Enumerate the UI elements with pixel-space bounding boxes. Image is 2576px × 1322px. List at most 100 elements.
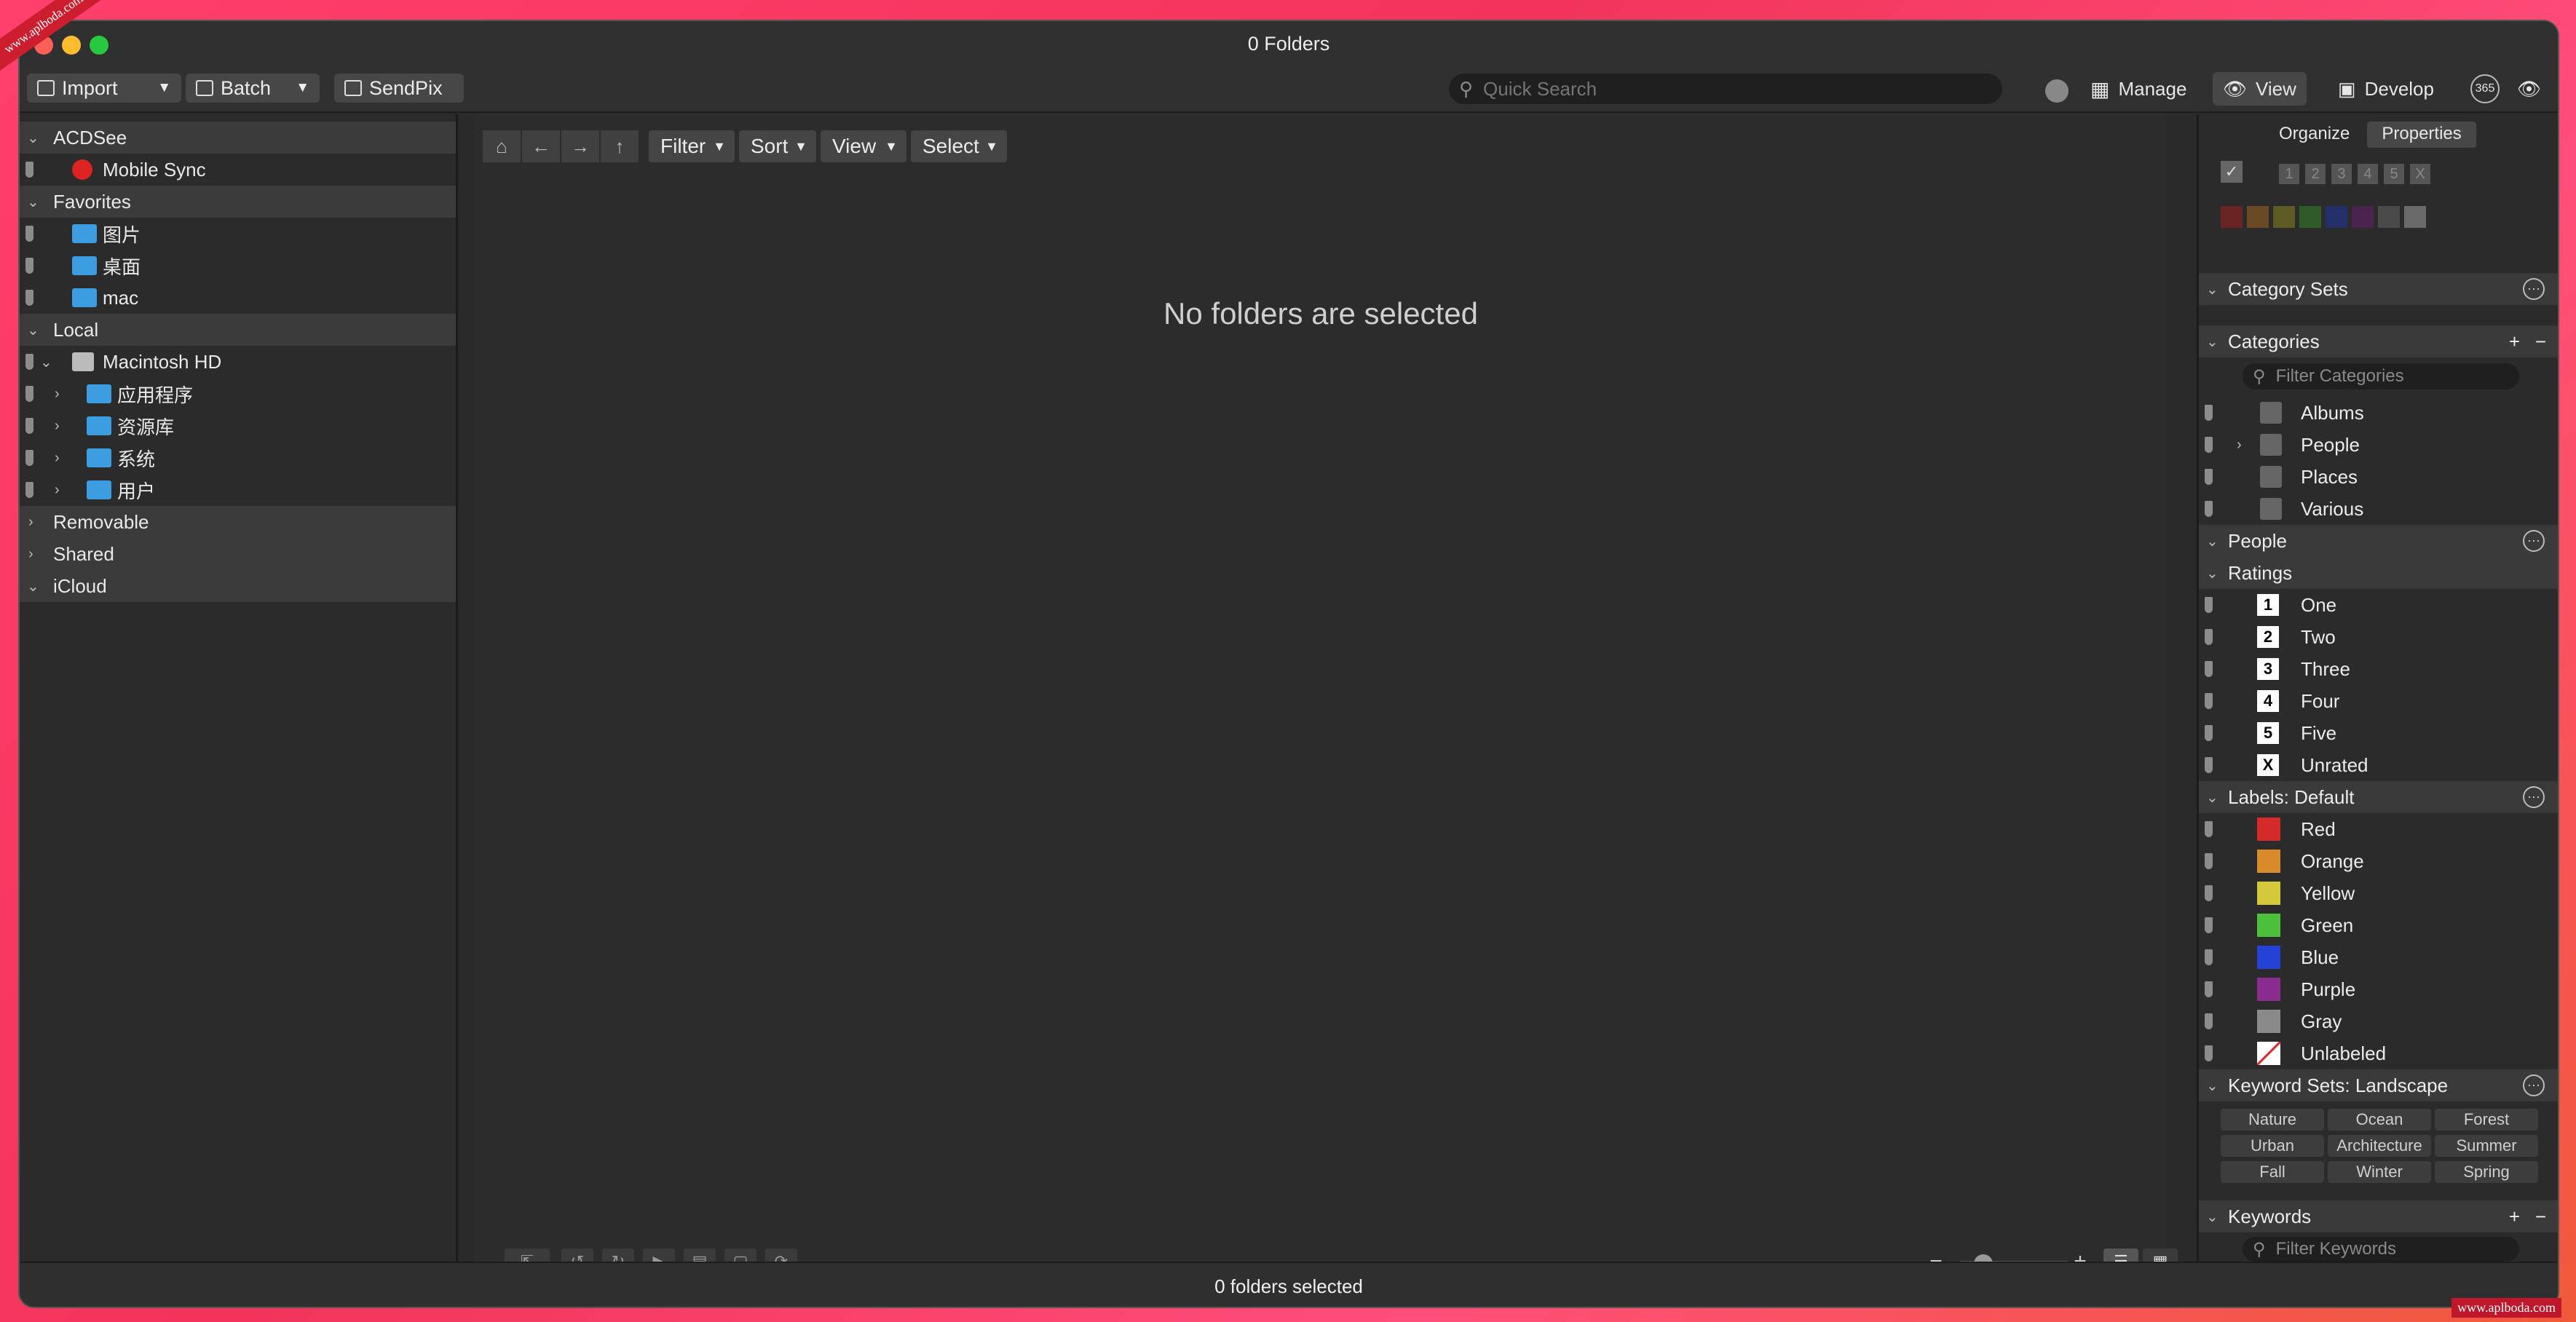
label-item[interactable]: Purple [2199,973,2558,1005]
label-item[interactable]: Green [2199,909,2558,941]
back-arrow-icon[interactable]: ← [522,130,560,162]
checkbox[interactable] [2260,466,2282,488]
chevron-right-icon[interactable]: › [55,450,60,467]
label-filter-chip[interactable] [2352,206,2374,228]
tree-item-macintosh-hd[interactable]: ⌄ Macintosh HD [20,346,456,378]
label-filter-chip[interactable] [2378,206,2400,228]
section-category-sets[interactable]: ⌄ Category Sets ⋯ [2199,273,2558,305]
tree-item-favorite[interactable]: 桌面 [20,250,456,282]
section-people[interactable]: ⌄ People ⋯ [2199,525,2558,557]
category-item[interactable]: › People [2199,429,2558,461]
section-shared[interactable]: › Shared [20,538,456,570]
label-filter-chip[interactable] [2247,206,2269,228]
section-removable[interactable]: › Removable [20,506,456,538]
tree-item-mobile-sync[interactable]: Mobile Sync [20,154,456,186]
remove-icon[interactable]: − [2535,1206,2546,1228]
tree-item-folder[interactable]: › 资源库 [20,410,456,442]
keyword-chip[interactable]: Fall [2221,1161,2324,1183]
manage-mode-button[interactable]: ▦ Manage [2080,72,2197,106]
checkbox[interactable] [2260,434,2282,456]
section-categories[interactable]: ⌄ Categories + − [2199,325,2558,357]
chevron-right-icon[interactable]: › [55,386,60,403]
tree-item-folder[interactable]: › 系统 [20,442,456,474]
rating-filter-chip[interactable]: 5 [2384,164,2404,184]
checkmark-icon[interactable]: ✓ [2221,161,2243,183]
keyword-chip[interactable]: Forest [2435,1109,2538,1131]
tab-organize[interactable]: Organize [2264,122,2364,148]
keyword-chip[interactable]: Winter [2328,1161,2431,1183]
rating-item[interactable]: 5 Five [2199,717,2558,749]
keyword-chip[interactable]: Ocean [2328,1109,2431,1131]
label-item[interactable]: Yellow [2199,877,2558,909]
more-options-icon[interactable]: ⋯ [2523,786,2545,808]
label-item[interactable]: Unlabeled [2199,1037,2558,1069]
section-ratings[interactable]: ⌄ Ratings [2199,557,2558,589]
keyword-chip[interactable]: Summer [2435,1135,2538,1157]
label-filter-chip[interactable] [2404,206,2426,228]
chevron-down-icon[interactable]: ⌄ [40,353,52,371]
label-filter-chip[interactable] [2299,206,2321,228]
sendpix-button[interactable]: SendPix [334,74,464,103]
more-options-icon[interactable]: ⋯ [2523,1074,2545,1096]
tree-item-favorite[interactable]: 图片 [20,218,456,250]
category-item[interactable]: Albums [2199,397,2558,429]
rating-filter-chip[interactable]: 3 [2331,164,2352,184]
rating-filter-chip[interactable]: 2 [2305,164,2326,184]
add-icon[interactable]: + [2509,330,2520,353]
remove-icon[interactable]: − [2535,330,2546,353]
tree-item-folder[interactable]: › 用户 [20,474,456,506]
chevron-right-icon[interactable]: › [55,482,60,499]
rating-filter-chip[interactable]: X [2410,164,2430,184]
rating-item[interactable]: 3 Three [2199,653,2558,685]
label-item[interactable]: Orange [2199,845,2558,877]
checkbox[interactable] [2260,402,2282,424]
category-item[interactable]: Places [2199,461,2558,493]
label-item[interactable]: Red [2199,813,2558,845]
forward-arrow-icon[interactable]: → [561,130,599,162]
rating-filter-chip[interactable]: 4 [2358,164,2378,184]
zoom-window-button[interactable] [90,36,108,55]
minimize-window-button[interactable] [62,36,81,55]
batch-button[interactable]: Batch ▼ [186,74,320,103]
filter-keywords-input[interactable]: ⚲ Filter Keywords [2243,1237,2519,1262]
rating-item[interactable]: 1 One [2199,589,2558,621]
more-options-icon[interactable]: ⋯ [2523,278,2545,300]
label-filter-chip[interactable] [2221,206,2243,228]
section-acdsee[interactable]: ⌄ ACDSee [20,122,456,154]
category-item[interactable]: Various [2199,493,2558,525]
rating-item[interactable]: 4 Four [2199,685,2558,717]
keyword-chip[interactable]: Nature [2221,1109,2324,1131]
view-mode-button[interactable]: 👁 View [2213,72,2307,106]
checkbox[interactable] [2260,498,2282,520]
tab-properties[interactable]: Properties [2367,122,2476,148]
filter-categories-input[interactable]: ⚲ Filter Categories [2243,363,2519,389]
section-local[interactable]: ⌄ Local [20,314,456,346]
section-keywords[interactable]: ⌄ Keywords + − [2199,1200,2558,1232]
keyword-chip[interactable]: Urban [2221,1135,2324,1157]
label-filter-chip[interactable] [2273,206,2295,228]
home-icon[interactable]: ⌂ [483,130,521,162]
section-favorites[interactable]: ⌄ Favorites [20,186,456,218]
user-avatar-icon[interactable] [2045,79,2069,103]
chevron-right-icon[interactable]: › [55,418,60,435]
select-button[interactable]: Select ▼ [911,130,1007,162]
keyword-chip[interactable]: Spring [2435,1161,2538,1183]
keyword-chip[interactable]: Architecture [2328,1135,2431,1157]
rating-item[interactable]: 2 Two [2199,621,2558,653]
search-input[interactable] [1483,77,1957,100]
tree-item-favorite[interactable]: mac [20,282,456,314]
more-options-icon[interactable]: ⋯ [2523,530,2545,552]
label-filter-chip[interactable] [2326,206,2347,228]
label-item[interactable]: Gray [2199,1005,2558,1037]
quick-search[interactable]: ⚲ [1449,74,2002,104]
label-item[interactable]: Blue [2199,941,2558,973]
tree-item-folder[interactable]: › 应用程序 [20,378,456,410]
acdsee-365-button[interactable]: 365 [2470,74,2500,103]
section-keyword-sets[interactable]: ⌄ Keyword Sets: Landscape ⋯ [2199,1069,2558,1101]
rating-filter-chip[interactable]: 1 [2279,164,2299,184]
section-icloud[interactable]: ⌄ iCloud [20,570,456,602]
chevron-right-icon[interactable]: › [2237,437,2242,454]
rating-item[interactable]: X Unrated [2199,749,2558,781]
develop-mode-button[interactable]: ▣ Develop [2328,72,2444,106]
import-button[interactable]: Import ▼ [27,74,181,103]
